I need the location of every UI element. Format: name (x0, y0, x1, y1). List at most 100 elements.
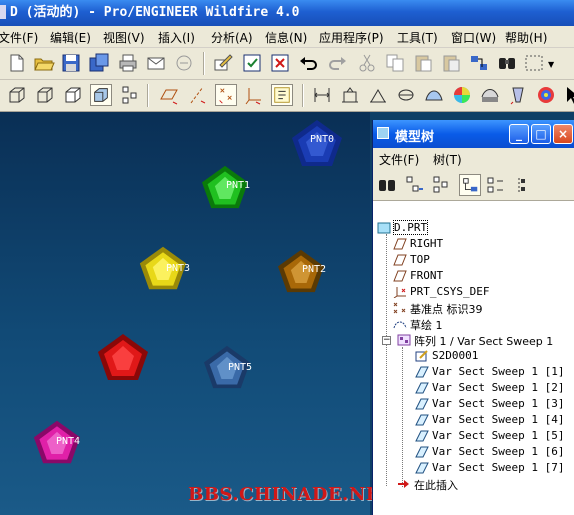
pattern-icon (397, 334, 411, 346)
model-tree-toolbar (373, 168, 574, 201)
sweep-icon (415, 414, 429, 426)
toolbar-separator (147, 84, 149, 107)
model-tree-icon[interactable] (118, 84, 140, 106)
model-setup-icon[interactable] (535, 84, 557, 106)
menu-analysis[interactable]: 分析(A) (211, 29, 253, 46)
close-button[interactable]: × (553, 124, 573, 144)
collapse-icon[interactable] (511, 174, 533, 196)
pnt2-label: PNT2 (302, 264, 327, 275)
sweep-icon (415, 398, 429, 410)
regenerate-icon[interactable] (212, 52, 234, 74)
view-toolbar (0, 80, 574, 112)
part-icon (377, 222, 391, 234)
sweep-icon (415, 366, 429, 378)
sweep-icon (415, 446, 429, 458)
sweep-icon (415, 382, 429, 394)
save-icon[interactable] (60, 52, 82, 74)
tree-menu-tree[interactable]: 树(T) (433, 151, 462, 168)
datum-points-icon[interactable] (215, 84, 237, 106)
model-tree-titlebar: 模型树 _ □ × (373, 120, 574, 148)
menu-applications[interactable]: 应用程序(P) (319, 29, 384, 46)
layers-icon[interactable] (451, 84, 473, 106)
model-tree-title: 模型树 (395, 130, 435, 145)
insert-here-icon (398, 480, 409, 488)
coord-sys-icon[interactable] (243, 84, 265, 106)
maximize-button[interactable]: □ (531, 124, 551, 144)
send-mail-icon[interactable] (145, 52, 167, 74)
csys-icon (393, 287, 406, 298)
select-arrow-icon[interactable] (561, 84, 574, 106)
toolbar-separator (302, 84, 304, 107)
reorient-icon[interactable] (395, 84, 417, 106)
print-icon[interactable] (117, 52, 139, 74)
repaint-icon[interactable] (241, 52, 263, 74)
graphics-window[interactable]: PNT0 PNT1 PNT2 PNT3 PNT5 PNT4 (0, 112, 370, 515)
select-box-icon[interactable] (523, 52, 545, 74)
minimize-button[interactable]: _ (509, 124, 529, 144)
tree-menu-file[interactable]: 文件(F) (379, 151, 419, 168)
datum-plane-icon (393, 238, 407, 250)
datum-axes-icon[interactable] (186, 84, 208, 106)
menu-file[interactable]: 文件(F) (0, 29, 38, 46)
annotations-icon[interactable] (271, 84, 293, 106)
appearance-icon[interactable] (479, 84, 501, 106)
save-copy-icon[interactable] (88, 52, 110, 74)
refit-icon[interactable] (311, 84, 333, 106)
columns-icon[interactable] (430, 174, 452, 196)
menu-insert[interactable]: 插入(I) (158, 29, 195, 46)
zoom-in-icon[interactable] (339, 84, 361, 106)
relations-icon[interactable] (468, 52, 490, 74)
wireframe-icon[interactable] (6, 84, 28, 106)
toolbar-separator (203, 52, 205, 75)
no-hidden-icon[interactable] (62, 84, 84, 106)
pnt3-label: PNT3 (166, 263, 191, 274)
zoom-out-icon[interactable] (367, 84, 389, 106)
menu-window[interactable]: 窗口(W) (451, 29, 496, 46)
undo-icon[interactable] (298, 52, 320, 74)
show-icon[interactable] (376, 174, 398, 196)
pnt0-label: PNT0 (310, 134, 335, 145)
list-view-icon[interactable] (459, 174, 481, 196)
send-link-icon[interactable] (173, 52, 195, 74)
saved-views-icon[interactable] (423, 84, 445, 106)
copy-icon[interactable] (384, 52, 406, 74)
unlabeled-gem[interactable] (96, 332, 150, 382)
select-dropdown-icon[interactable]: ▼ (548, 60, 554, 69)
pnt1-label: PNT1 (226, 180, 251, 191)
app-icon[interactable] (0, 5, 6, 19)
model-tree-panel: 模型树 _ □ × 文件(F) 树(T) D.PRT RIGHT TOP FRO… (372, 120, 574, 515)
title-bar: D (活动的) - Pro/ENGINEER Wildfire 4.0 (0, 0, 574, 26)
pnt4-label: PNT4 (56, 436, 81, 447)
menu-view[interactable]: 视图(V) (103, 29, 145, 46)
find-icon[interactable] (496, 52, 518, 74)
shading-icon[interactable] (90, 84, 112, 106)
menu-tools[interactable]: 工具(T) (397, 29, 438, 46)
paste-icon[interactable] (412, 52, 434, 74)
menu-bar: 文件(F) 编辑(E) 视图(V) 插入(I) 分析(A) 信息(N) 应用程序… (0, 26, 574, 48)
sweep-icon (415, 430, 429, 442)
watermark: BBS.CHINADE.NET (188, 484, 394, 505)
datum-plane-icon (393, 270, 407, 282)
paste-special-icon[interactable] (440, 52, 462, 74)
spin-center-icon[interactable] (507, 84, 529, 106)
pattern-expand-toggle[interactable]: − (382, 336, 391, 345)
redo-icon[interactable] (326, 52, 348, 74)
menu-help[interactable]: 帮助(H) (505, 29, 547, 46)
model-tree-menubar: 文件(F) 树(T) (373, 148, 574, 168)
menu-info[interactable]: 信息(N) (265, 29, 307, 46)
open-icon[interactable] (33, 52, 55, 74)
new-icon[interactable] (6, 52, 28, 74)
datum-point-icon (393, 302, 406, 314)
pnt5-label: PNT5 (228, 362, 253, 373)
datum-plane-icon (393, 254, 407, 266)
cut-icon[interactable] (356, 52, 378, 74)
window-title: D (活动的) - Pro/ENGINEER Wildfire 4.0 (10, 5, 300, 20)
hidden-line-icon[interactable] (34, 84, 56, 106)
close-window-icon[interactable] (269, 52, 291, 74)
expand-icon[interactable] (484, 174, 506, 196)
settings-icon[interactable] (403, 174, 425, 196)
menu-edit[interactable]: 编辑(E) (50, 29, 91, 46)
model-tree-window-icon (377, 127, 389, 139)
datum-planes-icon[interactable] (158, 84, 180, 106)
main-toolbar: ▼ (0, 48, 574, 80)
